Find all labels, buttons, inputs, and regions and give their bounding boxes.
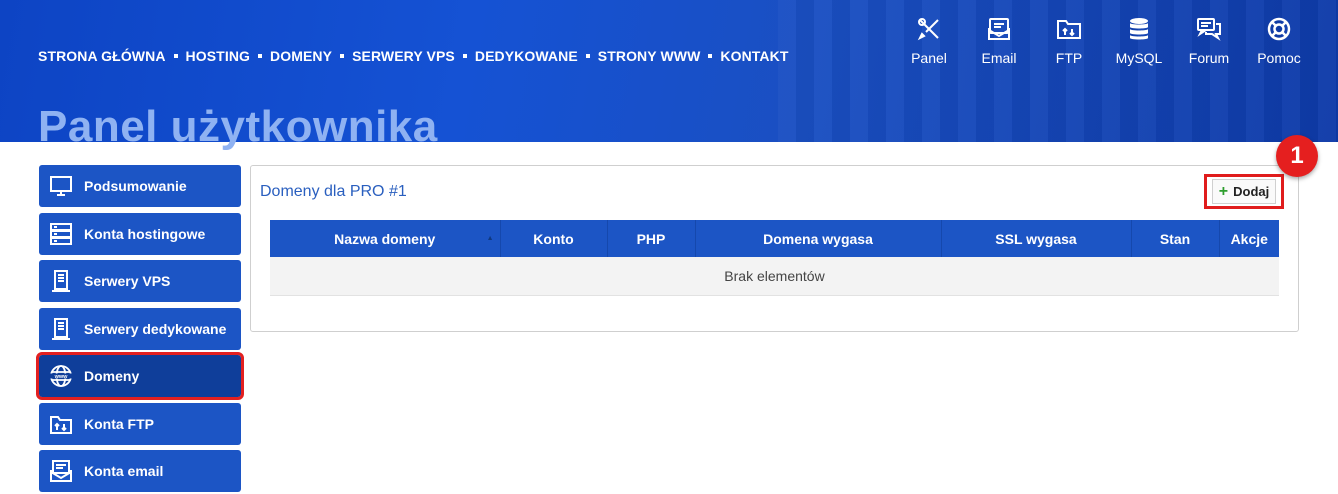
server-stack-icon xyxy=(49,222,73,246)
panel-title: Domeny dla PRO #1 xyxy=(260,183,407,200)
nav-separator xyxy=(708,54,713,58)
step-badge: 1 xyxy=(1276,135,1318,177)
column-header-domain-expires: Domena wygasa xyxy=(695,220,942,257)
tool-email[interactable]: Email xyxy=(964,16,1034,66)
nav-separator xyxy=(340,54,345,58)
www-globe-icon: www xyxy=(49,364,73,388)
table-row: Brak elementów xyxy=(270,257,1279,296)
sidebar-item-label: Konta FTP xyxy=(84,415,154,432)
sidebar-item-label: Serwery VPS xyxy=(84,273,171,289)
svg-text:www: www xyxy=(54,374,69,380)
column-header-account: Konto xyxy=(500,220,608,257)
lifebuoy-icon xyxy=(1267,17,1291,41)
nav-dedicated[interactable]: DEDYKOWANE xyxy=(475,48,578,64)
nav-separator xyxy=(258,54,263,58)
ftp-folder-icon xyxy=(49,412,73,436)
sidebar-item-ftp-accounts[interactable]: Konta FTP xyxy=(39,402,241,445)
nav-separator xyxy=(173,54,178,58)
tool-help[interactable]: Pomoc xyxy=(1244,16,1314,66)
sidebar-item-label: Domeny xyxy=(84,368,140,384)
sort-asc-icon: ▲ xyxy=(486,235,494,242)
email-icon xyxy=(988,18,1010,40)
sidebar-item-label: Serwery dedykowane xyxy=(84,320,227,337)
nav-vps[interactable]: SERWERY VPS xyxy=(352,48,455,64)
sidebar-item-domains[interactable]: www Domeny xyxy=(36,352,244,400)
tool-ftp[interactable]: FTP xyxy=(1034,16,1104,66)
domains-panel: Domeny dla PRO #1 + Dodaj Nazwa domeny ▲ … xyxy=(250,165,1299,332)
column-header-domain-name[interactable]: Nazwa domeny ▲ xyxy=(270,220,501,257)
sidebar-item-vps[interactable]: Serwery VPS xyxy=(39,260,241,302)
add-domain-button[interactable]: + Dodaj xyxy=(1211,179,1277,204)
server-icon xyxy=(49,269,73,293)
server-icon xyxy=(49,317,73,341)
tool-label: FTP xyxy=(1055,50,1083,66)
empty-table-message: Brak elementów xyxy=(270,257,1279,296)
sidebar-item-label: Podsumowanie xyxy=(84,178,187,194)
sidebar: Podsumowanie Konta hostingowe Serwery VP… xyxy=(36,165,244,494)
nav-hosting[interactable]: HOSTING xyxy=(186,48,250,64)
nav-websites[interactable]: STRONY WWW xyxy=(598,48,701,64)
plus-icon: + xyxy=(1218,182,1229,200)
tool-label: Email xyxy=(981,50,1017,66)
column-header-status: Stan xyxy=(1131,220,1220,257)
tool-label: Panel xyxy=(911,50,947,66)
column-header-ssl-expires: SSL wygasa xyxy=(941,220,1132,257)
forum-icon xyxy=(1197,18,1221,41)
nav-home[interactable]: STRONA GŁÓWNA xyxy=(38,48,166,64)
tool-label: Forum xyxy=(1188,50,1230,66)
nav-domains[interactable]: DOMENY xyxy=(270,48,332,64)
domains-table: Nazwa domeny ▲ Konto PHP Domena wygasa SS… xyxy=(270,220,1279,296)
main-nav: STRONA GŁÓWNA HOSTING DOMENY SERWERY VPS… xyxy=(38,48,789,64)
nav-separator xyxy=(585,54,590,58)
quick-tools: Panel Email FTP MySQL Forum Pomoc xyxy=(894,16,1314,66)
sidebar-item-email-accounts[interactable]: Konta email xyxy=(39,450,241,492)
page-title: Panel użytkownika xyxy=(38,102,438,151)
ftp-folder-icon xyxy=(1057,20,1081,39)
tool-forum[interactable]: Forum xyxy=(1174,16,1244,66)
email-icon xyxy=(49,459,73,483)
sidebar-item-hosting-accounts[interactable]: Konta hostingowe xyxy=(39,212,241,255)
tool-mysql[interactable]: MySQL xyxy=(1104,16,1174,66)
tool-label: MySQL xyxy=(1115,50,1163,66)
column-header-php: PHP xyxy=(607,220,696,257)
nav-contact[interactable]: KONTAKT xyxy=(720,48,788,64)
monitor-icon xyxy=(49,174,73,198)
sidebar-item-dedicated[interactable]: Serwery dedykowane xyxy=(39,307,241,350)
database-icon xyxy=(1130,18,1148,40)
sidebar-item-summary[interactable]: Podsumowanie xyxy=(39,165,241,207)
add-domain-button-highlight: + Dodaj xyxy=(1204,174,1284,209)
nav-separator xyxy=(462,54,467,58)
column-header-actions: Akcje xyxy=(1219,220,1279,257)
sidebar-item-label: Konta hostingowe xyxy=(84,225,206,242)
tool-panel[interactable]: Panel xyxy=(894,16,964,66)
tools-icon xyxy=(917,18,939,41)
tool-label: Pomoc xyxy=(1257,50,1301,66)
add-button-label: Dodaj xyxy=(1233,184,1270,199)
sidebar-item-label: Konta email xyxy=(84,463,164,479)
